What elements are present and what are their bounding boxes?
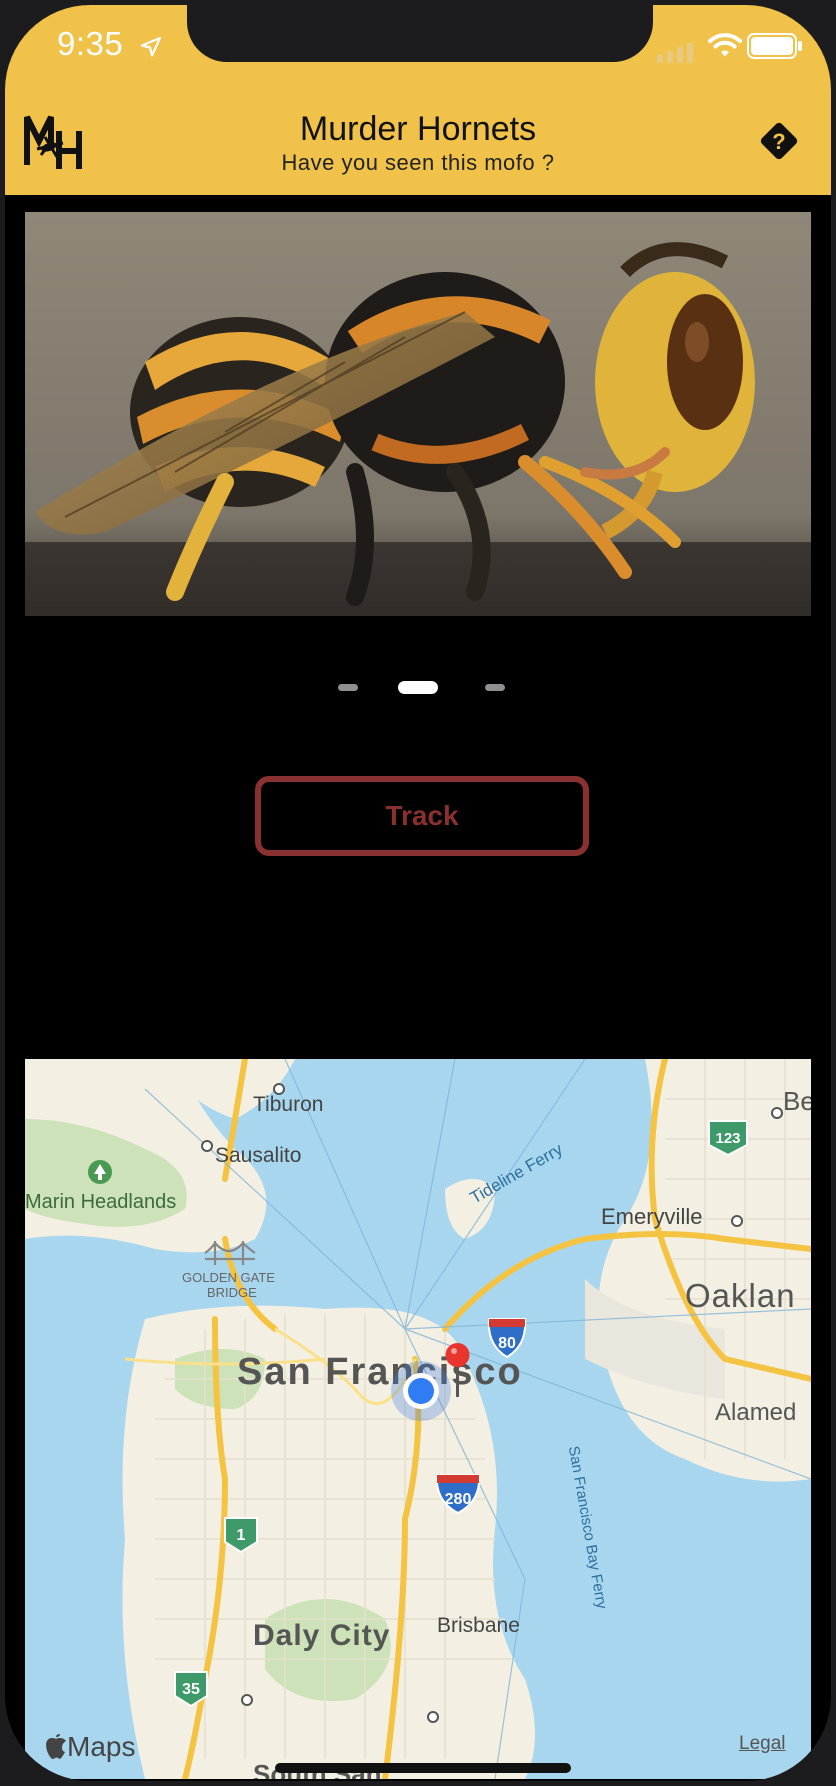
maps-attribution: Maps (45, 1731, 135, 1763)
wifi-icon (708, 33, 742, 57)
berkeley-dot (771, 1107, 783, 1119)
track-button[interactable]: Track (255, 776, 589, 856)
help-button[interactable]: ? (757, 119, 801, 163)
map-view[interactable]: Tiburon Sausalito Marin Headlands Tideli… (25, 1059, 811, 1779)
page-subtitle: Have you seen this mofo ? (281, 150, 555, 175)
route-1-shield-icon: 1 (224, 1517, 258, 1554)
i80-label: 80 (498, 1335, 516, 1352)
legal-link[interactable]: Legal (739, 1733, 786, 1755)
map-pin-icon[interactable] (443, 1341, 473, 1401)
page-dot-1[interactable] (338, 684, 358, 691)
apple-logo-icon (46, 1734, 66, 1759)
sausalito-dot (201, 1140, 213, 1152)
page-dot-2[interactable] (398, 681, 438, 694)
route-123-shield-icon: 123 (708, 1120, 748, 1157)
r1-label: 1 (237, 1527, 246, 1544)
app-header: 9:35 Murder Hornets Have you seen this m… (5, 5, 831, 195)
page-title: Murder Hornets (299, 110, 537, 148)
home-indicator[interactable] (275, 1763, 571, 1773)
phone-screen: 9:35 Murder Hornets Have you seen this m… (0, 0, 836, 1786)
hornet-photo[interactable] (25, 212, 811, 616)
route-35-shield-icon: 35 (174, 1671, 208, 1708)
daly-city-dot (241, 1694, 253, 1706)
battery-icon (747, 33, 802, 59)
tiburon-dot (273, 1083, 285, 1095)
maps-attribution-text: Maps (67, 1731, 136, 1762)
status-time: 9:35 (57, 25, 124, 62)
r35-label: 35 (182, 1681, 200, 1698)
device-notch (187, 5, 653, 62)
i280-label: 280 (445, 1491, 472, 1508)
interstate-80-shield-icon: 80 (487, 1318, 527, 1359)
location-arrow-icon (140, 36, 162, 57)
interstate-280-shield-icon: 280 (435, 1474, 481, 1515)
carousel-page-indicator[interactable] (5, 681, 831, 695)
cellular-signal-icon (657, 43, 693, 63)
emeryville-dot (731, 1215, 743, 1227)
help-icon-glyph: ? (772, 129, 785, 154)
page-dot-3[interactable] (485, 684, 505, 691)
brisbane-dot (427, 1711, 439, 1723)
r123-label: 123 (715, 1130, 740, 1147)
